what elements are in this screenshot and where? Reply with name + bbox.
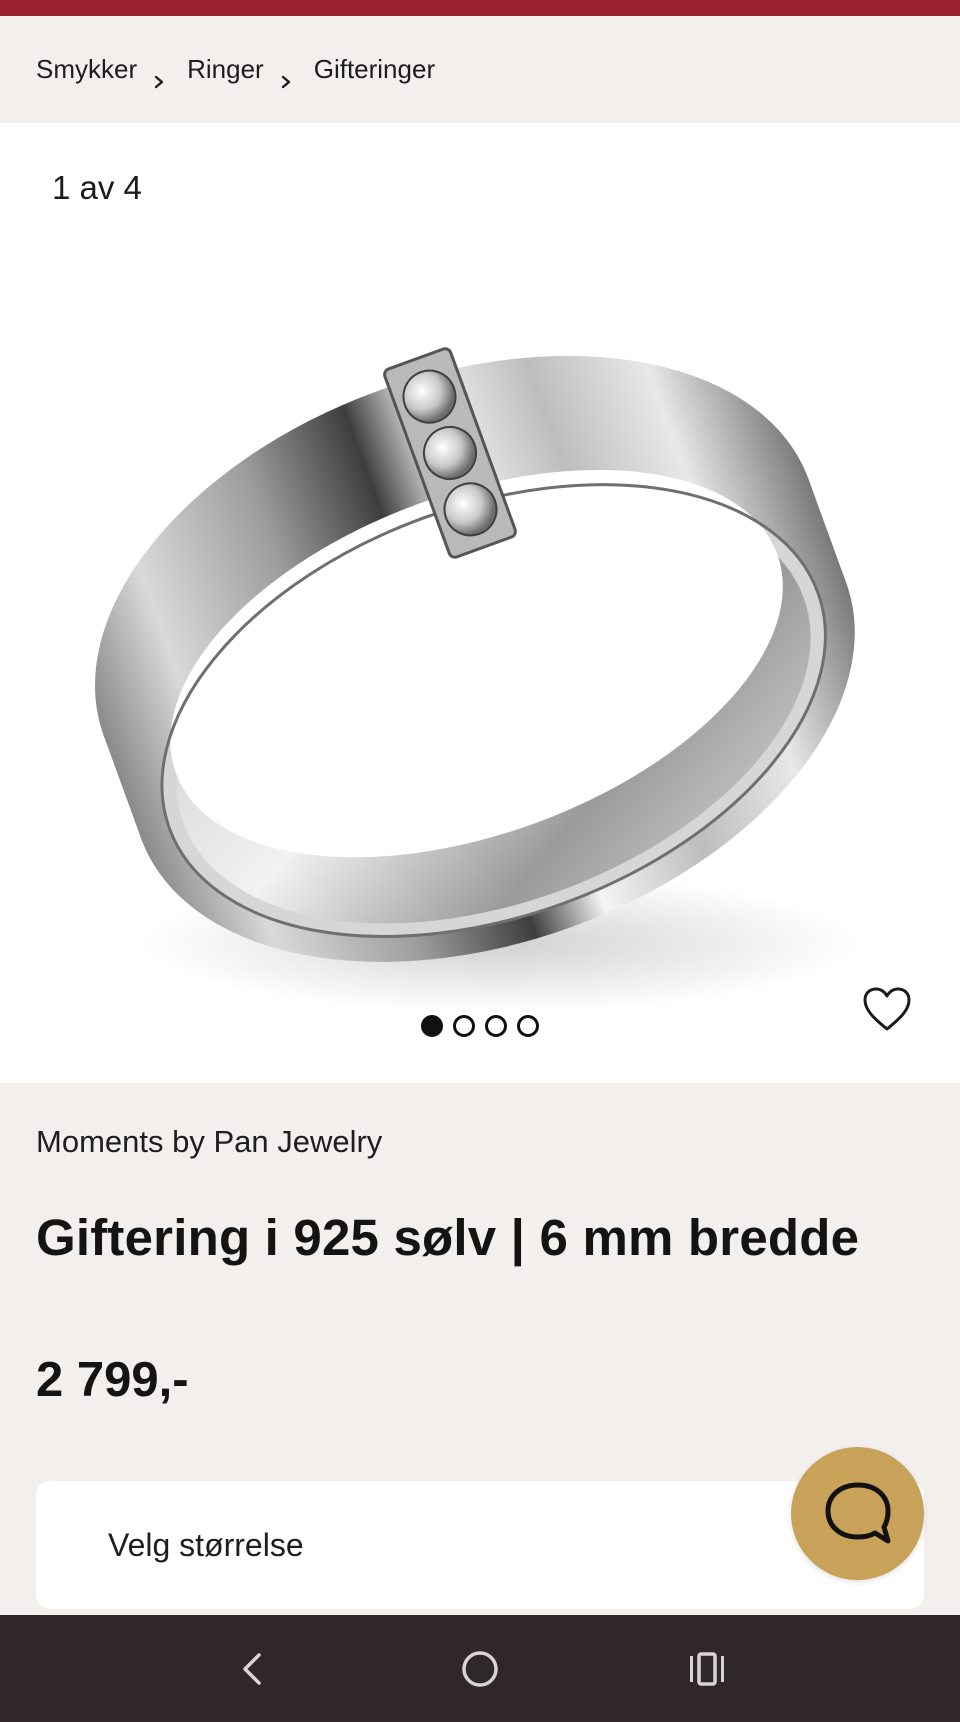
breadcrumb-smykker[interactable]: Smykker [36, 54, 137, 85]
recents-icon[interactable] [677, 1639, 737, 1699]
carousel-dot-4[interactable] [517, 1015, 539, 1037]
chat-bubble-icon [825, 1482, 890, 1543]
home-icon[interactable] [450, 1639, 510, 1699]
system-navigation-bar [0, 1615, 960, 1722]
product-title: Giftering i 925 sølv | 6 mm bredde [36, 1209, 860, 1266]
product-image-gallery[interactable]: 1 av 4 [0, 123, 960, 1083]
breadcrumb: Smykker Ringer Gifteringer [0, 16, 960, 123]
size-selector[interactable]: Velg størrelse [36, 1481, 924, 1609]
chevron-right-icon [280, 65, 292, 88]
breadcrumb-gifteringer[interactable]: Gifteringer [314, 54, 435, 85]
product-brand[interactable]: Moments by Pan Jewelry [36, 1124, 382, 1160]
chat-button[interactable] [791, 1447, 924, 1580]
breadcrumb-ringer[interactable]: Ringer [187, 54, 264, 85]
carousel-dot-3[interactable] [485, 1015, 507, 1037]
product-price: 2 799,- [36, 1353, 189, 1407]
carousel-dot-2[interactable] [453, 1015, 475, 1037]
chevron-right-icon [153, 65, 165, 88]
top-accent-stripe [0, 0, 960, 16]
carousel-indicator [421, 1015, 539, 1037]
back-icon[interactable] [223, 1639, 283, 1699]
carousel-dot-1[interactable] [421, 1015, 443, 1037]
heart-outline-icon[interactable] [862, 987, 912, 1033]
image-counter: 1 av 4 [52, 169, 142, 206]
product-image-ring[interactable] [30, 243, 930, 1083]
size-selector-label: Velg størrelse [108, 1526, 304, 1563]
